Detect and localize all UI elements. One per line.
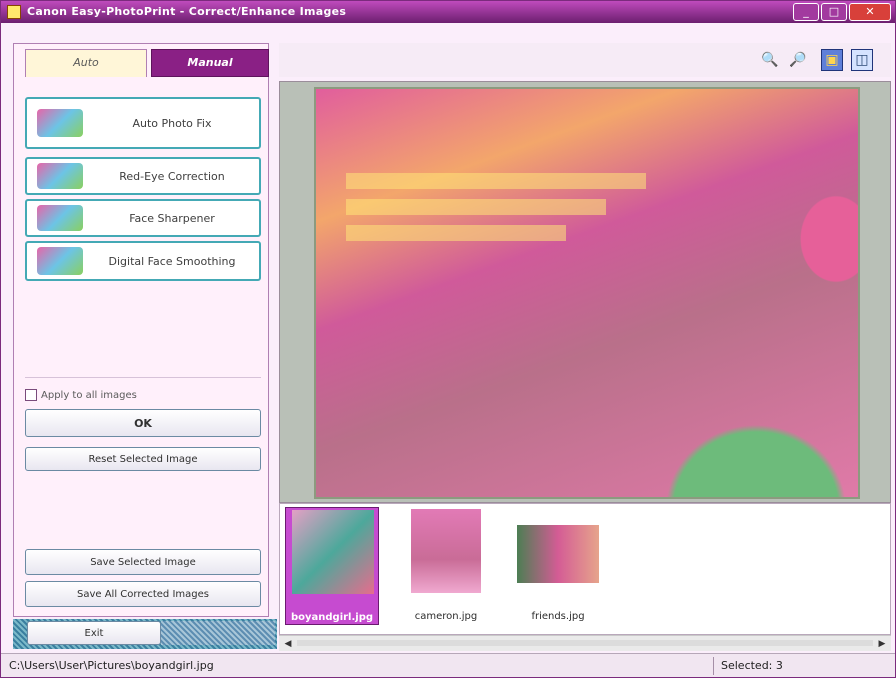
- thumbnail-image: [517, 525, 599, 583]
- zoom-in-icon[interactable]: 🔍: [759, 49, 781, 71]
- status-separator: [713, 657, 714, 675]
- auto-photo-fix-icon: [37, 109, 83, 137]
- preview-photo: [314, 87, 860, 499]
- save-selected-image-button[interactable]: Save Selected Image: [25, 549, 261, 575]
- save-all-corrected-images-button[interactable]: Save All Corrected Images: [25, 581, 261, 607]
- status-bar: C:\Users\User\Pictures\boyandgirl.jpg Se…: [1, 653, 895, 677]
- auto-photo-fix-label: Auto Photo Fix: [132, 116, 212, 130]
- title-bar[interactable]: Canon Easy-PhotoPrint - Correct/Enhance …: [1, 1, 895, 23]
- close-button[interactable]: ✕: [849, 3, 891, 21]
- photo-detail: [346, 173, 646, 189]
- reset-selected-image-button[interactable]: Reset Selected Image: [25, 447, 261, 471]
- scroll-left-icon[interactable]: ◀: [281, 637, 295, 651]
- view-compare-icon[interactable]: ◫: [851, 49, 873, 71]
- red-eye-correction-button[interactable]: Red-Eye Correction: [25, 157, 261, 195]
- tab-manual[interactable]: Manual: [151, 49, 269, 77]
- face-sharpener-button[interactable]: Face Sharpener: [25, 199, 261, 237]
- apply-all-label: Apply to all images: [41, 389, 137, 401]
- ok-button[interactable]: OK: [25, 409, 261, 437]
- minimize-button[interactable]: _: [793, 3, 819, 21]
- auto-photo-fix-button[interactable]: Auto Photo Fix: [25, 97, 261, 149]
- face-smoothing-label: Digital Face Smoothing: [108, 254, 236, 268]
- thumbnail-item[interactable]: friends.jpg: [511, 507, 605, 625]
- app-icon: [7, 5, 21, 19]
- footer-band-right: [161, 621, 275, 645]
- tab-auto[interactable]: Auto: [25, 49, 147, 77]
- face-sharpener-icon: [37, 205, 83, 231]
- scroll-track[interactable]: [297, 640, 873, 646]
- checkbox-box[interactable]: [25, 389, 37, 401]
- thumbnail-item[interactable]: cameron.jpg: [399, 507, 493, 625]
- thumbnail-image: [292, 510, 374, 594]
- scroll-right-icon[interactable]: ▶: [875, 637, 889, 651]
- face-smoothing-icon: [37, 247, 83, 275]
- exit-button[interactable]: Exit: [27, 621, 161, 645]
- thumbnail-caption: boyandgirl.jpg: [290, 612, 374, 623]
- thumbnail-item[interactable]: boyandgirl.jpg: [285, 507, 379, 625]
- photo-detail: [346, 199, 606, 215]
- app-window: Canon Easy-PhotoPrint - Correct/Enhance …: [0, 0, 896, 678]
- zoom-out-icon[interactable]: 🔎: [787, 49, 809, 71]
- left-divider: [25, 377, 261, 378]
- view-whole-image-icon[interactable]: ▣: [821, 49, 843, 71]
- digital-face-smoothing-button[interactable]: Digital Face Smoothing: [25, 241, 261, 281]
- apply-all-checkbox[interactable]: Apply to all images: [25, 387, 137, 403]
- photo-detail: [346, 225, 566, 241]
- thumbnail-caption: cameron.jpg: [414, 611, 478, 622]
- maximize-button[interactable]: □: [821, 3, 847, 21]
- red-eye-icon: [37, 163, 83, 189]
- thumbnail-caption: friends.jpg: [531, 611, 585, 622]
- status-path: C:\Users\User\Pictures\boyandgirl.jpg: [9, 659, 214, 672]
- thumbnail-scrollbar[interactable]: ◀ ▶: [279, 635, 891, 651]
- status-selected-count: Selected: 3: [721, 659, 783, 672]
- red-eye-label: Red-Eye Correction: [119, 169, 225, 183]
- thumbnail-image: [411, 509, 481, 593]
- face-sharpener-label: Face Sharpener: [129, 211, 215, 225]
- window-title: Canon Easy-PhotoPrint - Correct/Enhance …: [27, 5, 347, 18]
